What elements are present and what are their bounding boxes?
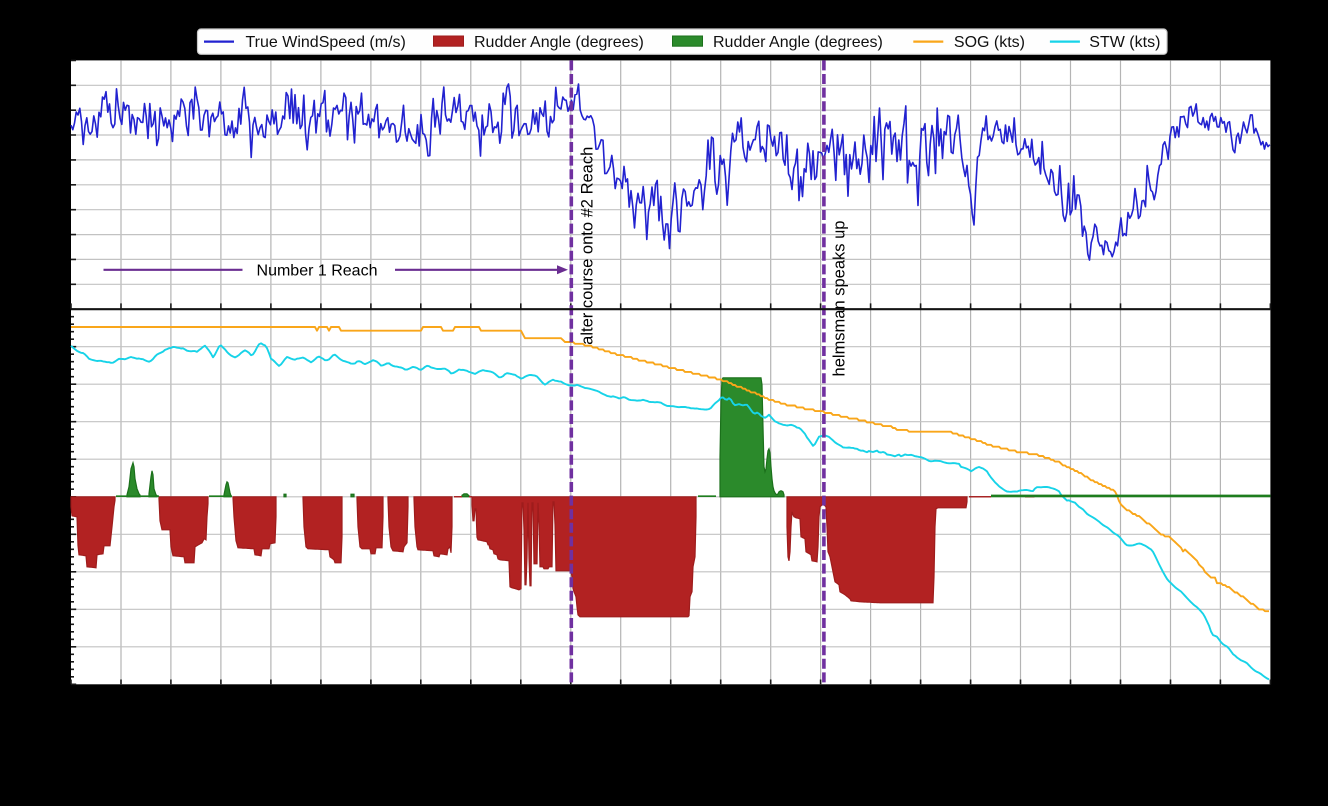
svg-text:STW (kts): STW (kts) bbox=[1089, 34, 1160, 51]
svg-text:Number 1 Reach: Number 1 Reach bbox=[257, 263, 378, 280]
svg-text:alter course onto #2 Reach: alter course onto #2 Reach bbox=[578, 147, 596, 345]
svg-text:Rudder Angle (degrees): Rudder Angle (degrees) bbox=[474, 34, 644, 51]
svg-text:Rudder Angle (degrees): Rudder Angle (degrees) bbox=[713, 34, 883, 51]
svg-text:SOG (kts): SOG (kts) bbox=[954, 34, 1025, 51]
svg-text:True WindSpeed (m/s): True WindSpeed (m/s) bbox=[246, 34, 406, 51]
svg-text:helmsman speaks up: helmsman speaks up bbox=[831, 221, 849, 377]
